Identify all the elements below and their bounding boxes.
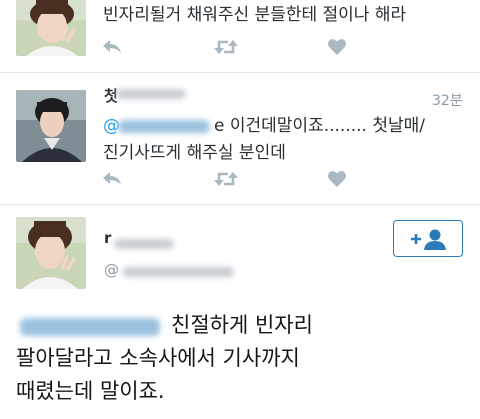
tweet-2[interactable]: 첫 32분 @ e 이건데말이죠........ 첫날매/ 진기사뜨게 해주실 … — [0, 73, 480, 204]
tweet-text: 빈자리될거 채워주신 분들한테 절이나 해라 — [103, 5, 407, 25]
timestamp[interactable]: 32분 — [432, 90, 463, 110]
tweet-1[interactable]: 빈자리될거 채워주신 분들한테 절이나 해라 — [0, 0, 480, 72]
tweet-body-line3: 때렸는데 말이죠. — [16, 379, 165, 403]
name-redaction — [116, 89, 186, 99]
tweet-actions — [101, 37, 441, 59]
avatar[interactable] — [16, 217, 86, 289]
tweet-text-line1: e 이건데말이죠........ 첫날매/ — [214, 116, 425, 136]
mention-redaction[interactable] — [118, 120, 210, 133]
tweet-text-line2: 진기사뜨게 해주실 분인데 — [103, 143, 286, 163]
avatar[interactable] — [16, 90, 86, 162]
heart-icon[interactable] — [327, 169, 351, 191]
reply-icon[interactable] — [101, 37, 125, 59]
mention-redaction[interactable] — [20, 318, 160, 336]
avatar[interactable] — [16, 0, 86, 56]
reply-icon[interactable] — [101, 169, 125, 191]
name-redaction — [114, 239, 174, 249]
tweet-body-line1: 친절하게 빈자리 — [171, 313, 313, 337]
tweet-body-line2: 팔아달라고 소속사에서 기사까지 — [16, 346, 300, 370]
retweet-icon[interactable] — [213, 169, 238, 191]
handle-redaction — [122, 267, 234, 277]
user-name[interactable]: r — [104, 229, 111, 247]
tweet-actions — [101, 169, 441, 191]
add-user-icon — [411, 229, 446, 250]
retweet-icon[interactable] — [213, 37, 238, 59]
heart-icon[interactable] — [327, 37, 351, 59]
follow-button[interactable] — [393, 220, 463, 257]
user-handle[interactable]: @ — [104, 261, 119, 279]
